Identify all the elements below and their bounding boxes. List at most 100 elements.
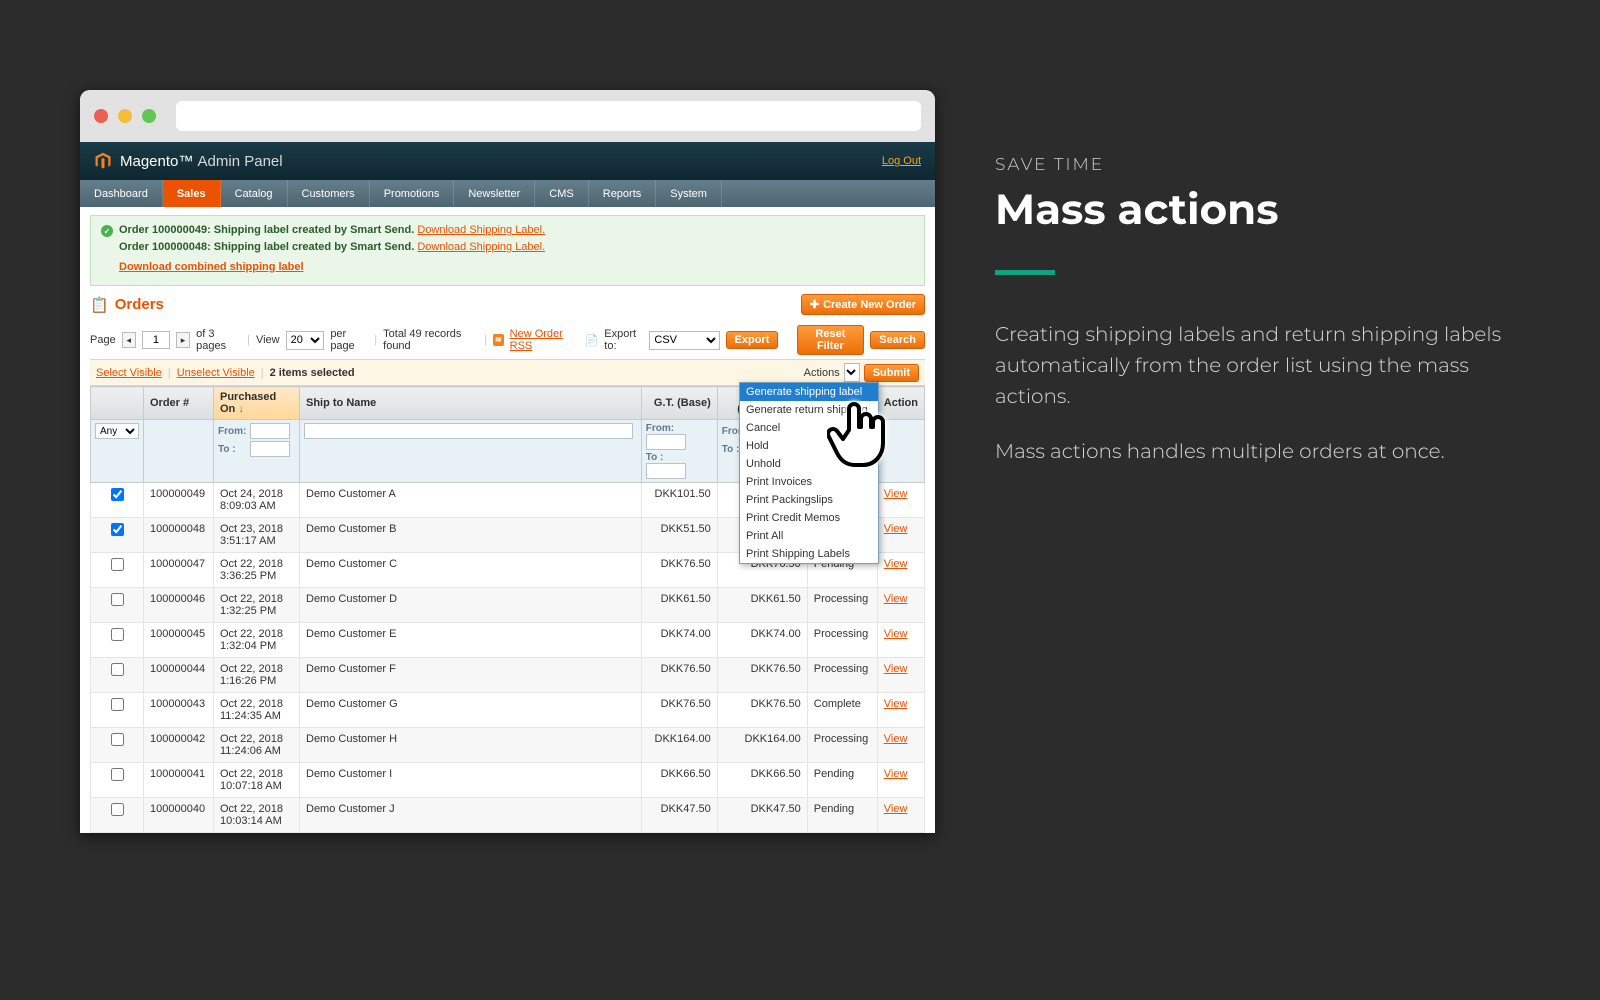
cell-ship-to: Demo Customer A <box>300 483 642 518</box>
actions-select[interactable] <box>844 363 860 382</box>
cell-base: DKK51.50 <box>641 518 717 553</box>
row-checkbox[interactable] <box>111 558 124 571</box>
cell-date: Oct 22, 2018 1:16:26 PM <box>214 658 300 693</box>
col-base[interactable]: G.T. (Base) <box>641 387 717 420</box>
filter-ship-to[interactable] <box>304 423 633 439</box>
view-link[interactable]: View <box>884 558 908 570</box>
per-page-select[interactable]: 20 <box>286 331 325 350</box>
action-option[interactable]: Print All <box>740 527 878 545</box>
row-checkbox[interactable] <box>111 768 124 781</box>
success-text-1: Order 100000049: Shipping label created … <box>119 224 414 236</box>
col-order[interactable]: Order # <box>144 387 214 420</box>
nav-catalog[interactable]: Catalog <box>221 180 288 207</box>
maximize-window-icon[interactable] <box>142 109 156 123</box>
create-order-button[interactable]: ✚ Create New Order <box>801 294 925 315</box>
row-checkbox[interactable] <box>111 628 124 641</box>
nav-customers[interactable]: Customers <box>288 180 370 207</box>
cell-date: Oct 22, 2018 10:07:18 AM <box>214 763 300 798</box>
cell-status: Pending <box>807 798 877 833</box>
view-link[interactable]: View <box>884 803 908 815</box>
col-purchased[interactable]: Purchased On ↓ <box>214 387 300 420</box>
action-option[interactable]: Cancel <box>740 419 878 437</box>
cell-order: 100000042 <box>144 728 214 763</box>
action-option[interactable]: Print Invoices <box>740 473 878 491</box>
cell-base: DKK76.50 <box>641 693 717 728</box>
col-ship-to[interactable]: Ship to Name <box>300 387 642 420</box>
cell-ship-to: Demo Customer F <box>300 658 642 693</box>
view-link[interactable]: View <box>884 523 908 535</box>
orders-icon: 📋 <box>90 296 109 314</box>
download-label-link-2[interactable]: Download Shipping Label. <box>417 241 545 253</box>
row-checkbox[interactable] <box>111 733 124 746</box>
magento-logo-icon <box>94 152 112 170</box>
cell-order: 100000041 <box>144 763 214 798</box>
row-checkbox[interactable] <box>111 593 124 606</box>
table-row: 100000046Oct 22, 2018 1:32:25 PMDemo Cus… <box>91 588 925 623</box>
submit-button[interactable]: Submit <box>864 364 919 382</box>
view-link[interactable]: View <box>884 593 908 605</box>
nav-cms[interactable]: CMS <box>535 180 588 207</box>
cell-order: 100000044 <box>144 658 214 693</box>
filter-date-to[interactable] <box>250 441 290 457</box>
search-button[interactable]: Search <box>870 331 925 349</box>
view-link[interactable]: View <box>884 733 908 745</box>
action-option[interactable]: Generate shipping label <box>740 383 878 401</box>
col-action[interactable]: Action <box>877 387 924 420</box>
action-option[interactable]: Print Credit Memos <box>740 509 878 527</box>
filter-base-to[interactable] <box>646 463 686 479</box>
row-checkbox[interactable] <box>111 488 124 501</box>
nav-dashboard[interactable]: Dashboard <box>80 180 163 207</box>
filter-any-select[interactable]: Any <box>95 423 139 439</box>
nav-promotions[interactable]: Promotions <box>370 180 455 207</box>
action-option[interactable]: Hold <box>740 437 878 455</box>
action-option[interactable]: Unhold <box>740 455 878 473</box>
unselect-visible-link[interactable]: Unselect Visible <box>177 367 255 379</box>
cell-purchased: DKK76.50 <box>717 693 807 728</box>
filter-date-from[interactable] <box>250 423 290 439</box>
action-option[interactable]: Print Shipping Labels <box>740 545 878 563</box>
view-link[interactable]: View <box>884 488 908 500</box>
select-visible-link[interactable]: Select Visible <box>96 367 162 379</box>
page-input[interactable] <box>142 331 170 349</box>
cell-date: Oct 22, 2018 3:36:25 PM <box>214 553 300 588</box>
next-page-button[interactable]: ▸ <box>176 332 190 348</box>
cell-date: Oct 22, 2018 1:32:04 PM <box>214 623 300 658</box>
filter-base-from[interactable] <box>646 434 686 450</box>
logout-link[interactable]: Log Out <box>882 155 921 167</box>
cell-purchased: DKK164.00 <box>717 728 807 763</box>
action-option[interactable]: Print Packingslips <box>740 491 878 509</box>
row-checkbox[interactable] <box>111 523 124 536</box>
view-link[interactable]: View <box>884 628 908 640</box>
download-label-link-1[interactable]: Download Shipping Label. <box>417 224 545 236</box>
view-link[interactable]: View <box>884 663 908 675</box>
nav-newsletter[interactable]: Newsletter <box>454 180 535 207</box>
nav-sales[interactable]: Sales <box>163 180 221 207</box>
rss-icon: ≋ <box>493 334 503 346</box>
url-bar[interactable] <box>176 101 921 131</box>
nav-reports[interactable]: Reports <box>589 180 657 207</box>
plus-icon: ✚ <box>810 298 819 311</box>
download-combined-link[interactable]: Download combined shipping label <box>119 261 304 273</box>
magento-title: Magento™ Admin Panel <box>120 153 283 170</box>
view-link[interactable]: View <box>884 698 908 710</box>
actions-dropdown-menu: Generate shipping labelGenerate return s… <box>739 382 879 564</box>
view-label: View <box>256 334 280 346</box>
action-option[interactable]: Generate return shipping <box>740 401 878 419</box>
close-window-icon[interactable] <box>94 109 108 123</box>
nav-system[interactable]: System <box>656 180 722 207</box>
cell-status: Processing <box>807 658 877 693</box>
prev-page-button[interactable]: ◂ <box>122 332 136 348</box>
export-label: Export to: <box>604 328 643 352</box>
rss-link[interactable]: New Order RSS <box>510 328 579 352</box>
reset-filter-button[interactable]: Reset Filter <box>797 325 865 355</box>
row-checkbox[interactable] <box>111 698 124 711</box>
cell-ship-to: Demo Customer B <box>300 518 642 553</box>
cell-purchased: DKK66.50 <box>717 763 807 798</box>
minimize-window-icon[interactable] <box>118 109 132 123</box>
view-link[interactable]: View <box>884 768 908 780</box>
cell-purchased: DKK47.50 <box>717 798 807 833</box>
row-checkbox[interactable] <box>111 803 124 816</box>
export-format-select[interactable]: CSV <box>649 331 719 350</box>
row-checkbox[interactable] <box>111 663 124 676</box>
export-button[interactable]: Export <box>726 331 779 349</box>
